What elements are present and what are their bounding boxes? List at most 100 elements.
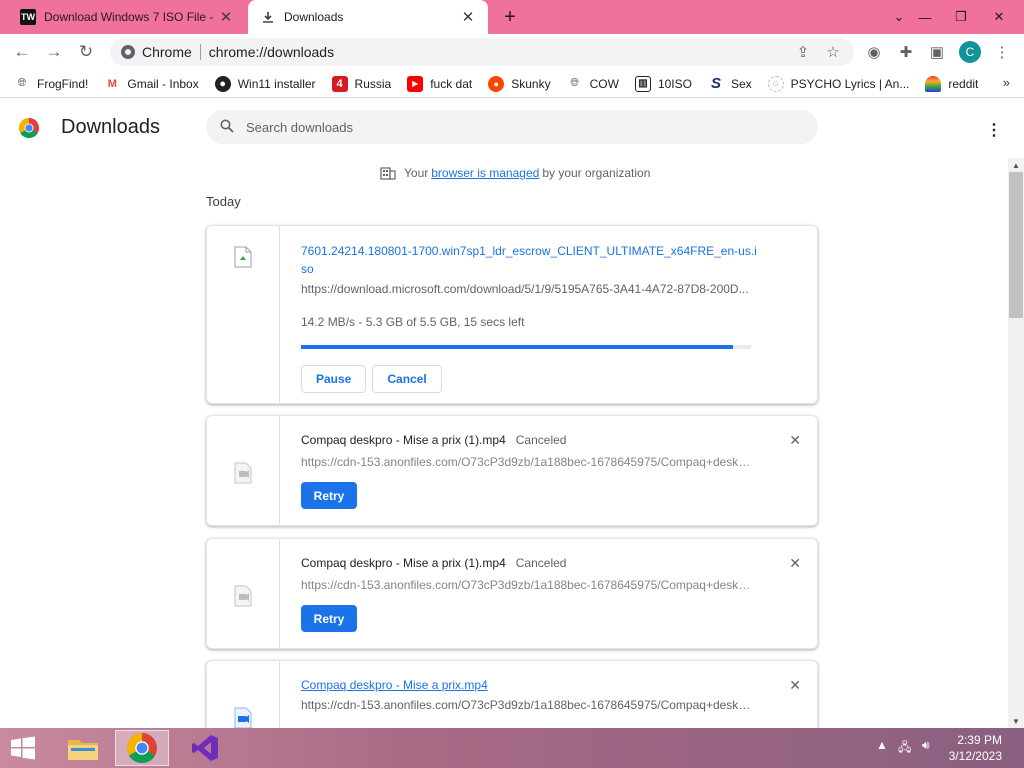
more-actions-icon[interactable]: ⋮: [986, 120, 1002, 140]
bookmarks-bar: 🌐︎ FrogFind! M Gmail - Inbox ● Win11 instal…: [0, 70, 1024, 98]
video-file-icon: [234, 462, 252, 484]
file-icon-column: [207, 416, 280, 525]
search-box: [206, 110, 818, 144]
chrome-taskbar-icon[interactable]: [115, 730, 169, 766]
video-file-icon: [234, 585, 252, 607]
address-bar[interactable]: Chrome chrome://downloads: [110, 38, 854, 66]
remove-from-list-icon[interactable]: ✕: [789, 677, 801, 694]
extension-icon[interactable]: ◉: [864, 42, 884, 62]
file-icon-column: [207, 539, 280, 648]
file-name: Compaq deskpro - Mise a prix (1).mp4: [301, 556, 506, 570]
download-icon: [260, 9, 276, 25]
file-explorer-icon[interactable]: [56, 730, 110, 766]
bookmark-russia[interactable]: 4 Russia: [331, 75, 391, 92]
profile-avatar[interactable]: C: [959, 41, 981, 63]
system-clock[interactable]: 2:39 PM 3/12/2023: [949, 732, 1002, 764]
tab-title: Downloads: [284, 10, 344, 24]
scroll-up-arrow-icon[interactable]: ▲: [1008, 158, 1024, 172]
clock-date: 3/12/2023: [948, 749, 1002, 763]
globe-icon: 🌐︎: [17, 77, 27, 89]
remove-from-list-icon[interactable]: ✕: [789, 555, 801, 572]
new-tab-button[interactable]: +: [498, 5, 522, 29]
download-item: Compaq deskpro - Mise a prix (1).mp4 Canc…: [206, 415, 818, 526]
file-name-link[interactable]: Compaq deskpro - Mise a prix.mp4: [301, 676, 757, 694]
show-hidden-icons-icon[interactable]: ▲: [876, 738, 888, 752]
downloads-list: Your browser is managed by your organiza…: [0, 158, 1008, 728]
tw-favicon-icon: TW: [20, 9, 36, 25]
source-url: https://cdn-153.anonfiles.com/O73cP3d9zb…: [301, 698, 751, 712]
progress-bar: [301, 345, 751, 349]
genius-icon: ○: [767, 75, 784, 92]
progress-status: 14.2 MB/s - 5.3 GB of 5.5 GB, 15 secs le…: [301, 315, 525, 329]
restore-button[interactable]: ❐: [944, 0, 978, 34]
network-icon[interactable]: 🖧︎: [898, 738, 911, 759]
search-icon: [220, 119, 240, 136]
bookmark-10iso[interactable]: ▥ 10ISO: [634, 75, 692, 92]
bookmark-gmail[interactable]: M Gmail - Inbox: [104, 76, 199, 92]
github-icon: ●: [214, 75, 231, 92]
close-icon[interactable]: ✕: [458, 7, 478, 27]
chrome-site-icon: [121, 45, 135, 59]
rainbow-icon: [925, 75, 942, 92]
remove-from-list-icon[interactable]: ✕: [789, 432, 801, 449]
page-scrollbar[interactable]: ▲ ▼: [1008, 158, 1024, 728]
forward-button[interactable]: →: [42, 40, 66, 64]
source-url: https://cdn-153.anonfiles.com/O73cP3d9zb…: [301, 455, 751, 469]
iso-file-icon: [234, 246, 252, 268]
bookmark-frogfind[interactable]: 🌐︎ FrogFind!: [14, 76, 89, 92]
menu-kebab-icon[interactable]: ⋮: [992, 42, 1012, 62]
bookmark-skunky[interactable]: ● Skunky: [488, 75, 551, 92]
building-icon: [380, 167, 396, 180]
browser-managed-link[interactable]: browser is managed: [431, 166, 539, 180]
file-name-link[interactable]: 7601.24214.180801-1700.win7sp1_ldr_escro…: [301, 242, 757, 278]
windows-start-icon[interactable]: [8, 736, 38, 760]
share-icon[interactable]: ⇪: [793, 42, 813, 62]
close-window-button[interactable]: ✕: [982, 0, 1016, 34]
scroll-down-arrow-icon[interactable]: ▼: [1008, 714, 1024, 728]
russia-icon: 4: [331, 75, 348, 92]
close-icon[interactable]: ✕: [216, 7, 236, 27]
omnibox-divider: [199, 44, 201, 60]
bookmark-fuck-dat[interactable]: ▶ fuck dat: [407, 75, 472, 92]
bookmark-win11-installer[interactable]: ● Win11 installer: [214, 75, 316, 92]
bookmarks-overflow-icon[interactable]: »: [1003, 75, 1010, 90]
tab-strip: TW Download Windows 7 ISO File - U ✕ Dow…: [0, 0, 1024, 34]
file-icon-column: [207, 661, 280, 728]
tab-downloads[interactable]: Downloads ✕: [248, 0, 488, 34]
bookmark-reddit[interactable]: reddit: [925, 75, 978, 92]
downloads-header: Downloads ⋮: [0, 98, 1008, 158]
retry-button[interactable]: Retry: [301, 605, 357, 632]
bookmark-cow[interactable]: 🌐︎ COW: [567, 76, 619, 92]
tab-windows7-iso[interactable]: TW Download Windows 7 ISO File - U ✕: [8, 0, 246, 34]
video-file-icon: [234, 707, 252, 728]
status-badge: Canceled: [515, 556, 567, 570]
date-section-label: Today: [206, 194, 241, 209]
side-panel-icon[interactable]: ▣: [927, 42, 947, 62]
s-icon: S: [710, 75, 721, 92]
url-text: chrome://downloads: [208, 44, 335, 60]
scrollbar-thumb[interactable]: [1009, 172, 1023, 318]
back-button[interactable]: ←: [10, 40, 34, 64]
bookmark-star-icon[interactable]: ☆: [823, 42, 843, 62]
reload-button[interactable]: ↻: [74, 40, 98, 64]
retry-button[interactable]: Retry: [301, 482, 357, 509]
progress-bar-fill: [301, 345, 733, 349]
bookmark-sex[interactable]: S Sex: [708, 75, 752, 92]
reddit-icon: ●: [488, 75, 505, 92]
browser-toolbar: ← → ↻ Chrome chrome://downloads ⇪ ☆ ◉ ✚ …: [0, 34, 1024, 70]
10iso-icon: ▥: [634, 75, 651, 92]
youtube-icon: ▶: [407, 75, 424, 92]
globe-icon: 🌐︎: [570, 77, 580, 89]
pause-button[interactable]: Pause: [301, 365, 367, 393]
minimize-button[interactable]: —: [908, 0, 942, 34]
puzzle-icon[interactable]: ✚: [896, 42, 916, 62]
source-url: https://download.microsoft.com/download/…: [301, 282, 749, 296]
visual-studio-icon[interactable]: [178, 730, 232, 766]
bookmark-psycho-lyrics[interactable]: ○ PSYCHO Lyrics | An...: [767, 75, 909, 92]
volume-icon[interactable]: 🔊︎: [922, 738, 930, 753]
gmail-icon: M: [107, 77, 117, 90]
search-input[interactable]: [246, 119, 766, 135]
download-item: Compaq deskpro - Mise a prix.mp4 https:/…: [206, 660, 818, 728]
page-title: Downloads: [61, 116, 160, 138]
cancel-button[interactable]: Cancel: [372, 365, 442, 393]
